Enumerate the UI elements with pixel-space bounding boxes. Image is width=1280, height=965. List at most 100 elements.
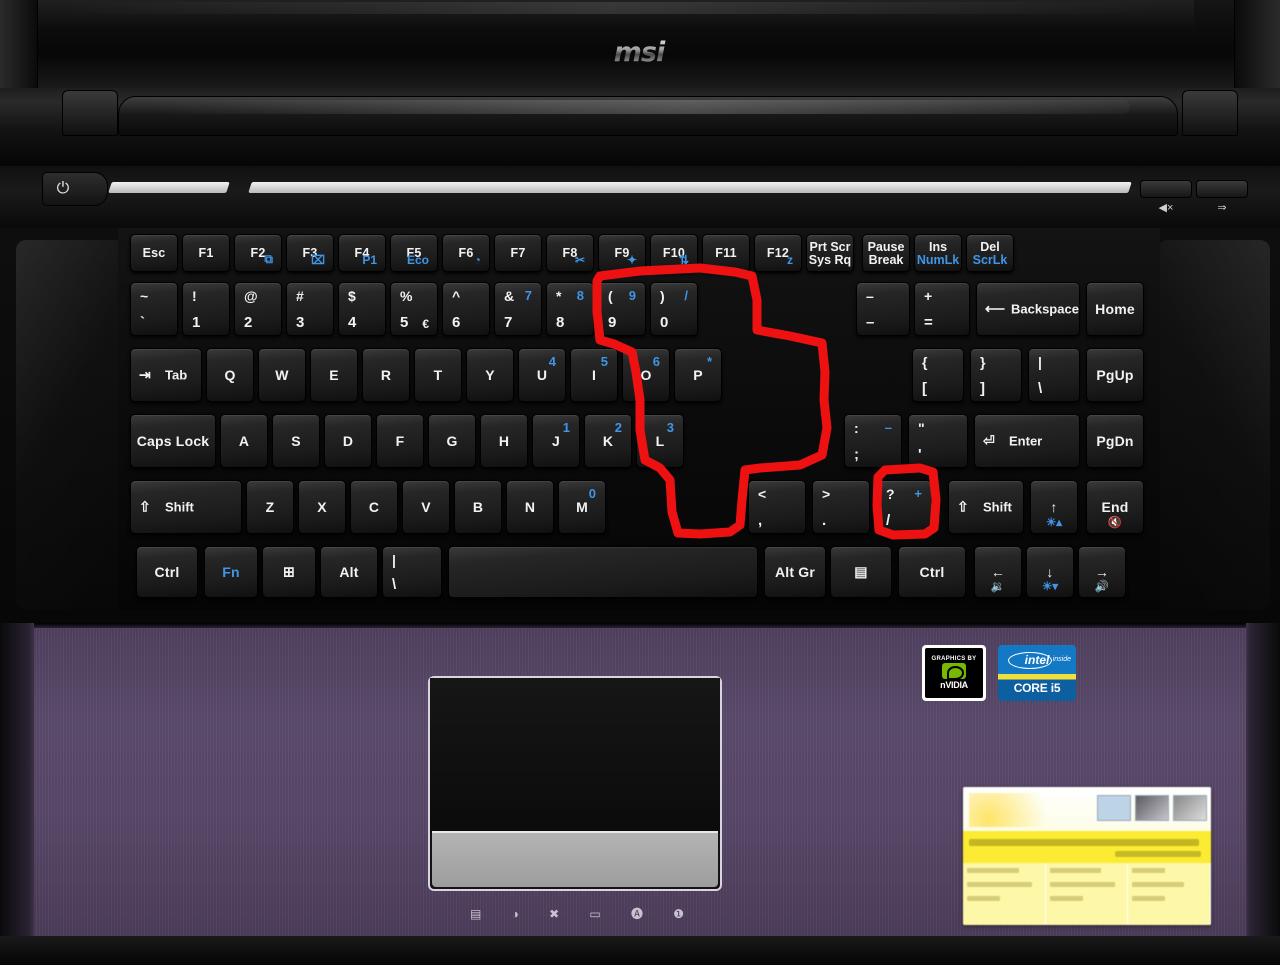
key-key-h[interactable]: H xyxy=(480,414,528,468)
key-key-e[interactable]: E xyxy=(310,348,358,402)
key-key-f[interactable]: F xyxy=(376,414,424,468)
key-f12[interactable]: F12 z xyxy=(754,234,802,272)
key-slash[interactable]: ? / + xyxy=(876,480,932,534)
key-digit-4[interactable]: $4 xyxy=(338,282,386,336)
key-key-o[interactable]: O6 xyxy=(622,348,670,402)
key-space[interactable] xyxy=(448,546,758,598)
key-digit-0[interactable]: ) 0 / xyxy=(650,282,698,336)
key-minus[interactable]: – – xyxy=(856,282,910,336)
key-digit-1[interactable]: ! 1 xyxy=(182,282,230,336)
key-tilde[interactable]: ~ ` xyxy=(130,282,178,336)
key-f1[interactable]: F1 xyxy=(182,234,230,272)
key-digit-2[interactable]: @2 xyxy=(234,282,282,336)
key-bracket-left[interactable]: {[ xyxy=(912,348,964,402)
key-key-z[interactable]: Z xyxy=(246,480,294,534)
key-delete[interactable]: Del ScrLk xyxy=(966,234,1014,272)
key-ctrl-left[interactable]: Ctrl xyxy=(136,546,198,598)
key-end[interactable]: End 🔇 xyxy=(1086,480,1144,534)
key-key-x[interactable]: X xyxy=(298,480,346,534)
key-f11[interactable]: F11 xyxy=(702,234,750,272)
key-pipe-backslash[interactable]: | \ xyxy=(382,546,442,598)
key-home[interactable]: Home xyxy=(1086,282,1144,336)
key-key-y[interactable]: Y xyxy=(466,348,514,402)
key-pause[interactable]: Pause Break xyxy=(862,234,910,272)
num-lock-indicator: ❶ xyxy=(673,907,684,921)
key-ctrl-right[interactable]: Ctrl xyxy=(898,546,966,598)
touchpad-buttons[interactable] xyxy=(432,833,718,887)
key-key-n[interactable]: N xyxy=(506,480,554,534)
audio-mute-hotkey[interactable] xyxy=(1140,180,1192,198)
key-key-l[interactable]: L3 xyxy=(636,414,684,468)
semicolon-shift-label: : xyxy=(854,420,859,436)
key-fn[interactable]: Fn xyxy=(204,546,258,598)
key-arrow-left[interactable]: ← 🔉 xyxy=(974,546,1022,598)
key-bracket-right[interactable]: }] xyxy=(970,348,1022,402)
key-key-m[interactable]: M0 xyxy=(558,480,606,534)
key-key-b[interactable]: B xyxy=(454,480,502,534)
key-alt-left[interactable]: Alt xyxy=(320,546,378,598)
key-f4[interactable]: F4 P1 xyxy=(338,234,386,272)
key-f10[interactable]: F10 ⇅ xyxy=(650,234,698,272)
key-key-g[interactable]: G xyxy=(428,414,476,468)
key-x-label: X xyxy=(317,499,327,515)
key-semicolon[interactable]: :; – xyxy=(844,414,902,468)
key-digit-7[interactable]: & 7 7 xyxy=(494,282,542,336)
key-key-r[interactable]: R xyxy=(362,348,410,402)
key-f3[interactable]: F3 ⌧ xyxy=(286,234,334,272)
key-digit-8[interactable]: * 8 8 xyxy=(546,282,594,336)
power-button[interactable] xyxy=(42,172,108,206)
key-page-up[interactable]: PgUp xyxy=(1086,348,1144,402)
turbo-boost-hotkey[interactable] xyxy=(1196,180,1248,198)
key-menu[interactable]: ▤ xyxy=(830,546,892,598)
key-tab[interactable]: ⇥ Tab xyxy=(130,348,202,402)
key-f6[interactable]: F6 ◔ xyxy=(442,234,490,272)
key-prt-scr[interactable]: Prt Scr Sys Rq xyxy=(806,234,854,272)
key-f2[interactable]: F2 ⧉ xyxy=(234,234,282,272)
key-enter[interactable]: ⏎ Enter xyxy=(974,414,1080,468)
key-comma[interactable]: <, xyxy=(748,480,806,534)
key-key-a[interactable]: A xyxy=(220,414,268,468)
key-key-w[interactable]: W xyxy=(258,348,306,402)
key-insert[interactable]: Ins NumLk xyxy=(914,234,962,272)
key-f8[interactable]: F8 ✂ xyxy=(546,234,594,272)
key-key-q[interactable]: Q xyxy=(206,348,254,402)
slash-numpad-label: + xyxy=(914,486,922,501)
touchpad[interactable] xyxy=(430,678,720,833)
key-period[interactable]: >. xyxy=(812,480,870,534)
f12-label: F12 xyxy=(766,246,790,260)
key-key-j[interactable]: J1 xyxy=(532,414,580,468)
key-key-s[interactable]: S xyxy=(272,414,320,468)
key-windows[interactable]: ⊞ xyxy=(262,546,316,598)
sticker-header xyxy=(963,787,1211,831)
key-m-label: M xyxy=(576,499,588,515)
key-arrow-right[interactable]: → 🔊 xyxy=(1078,546,1126,598)
key-backslash[interactable]: | \ xyxy=(1028,348,1080,402)
key-shift-left[interactable]: ⇧ Shift xyxy=(130,480,242,534)
key-f9[interactable]: F9 ✦ xyxy=(598,234,646,272)
key-alt-gr[interactable]: Alt Gr xyxy=(764,546,826,598)
key-quote[interactable]: " ' xyxy=(908,414,968,468)
key-key-p[interactable]: P * xyxy=(674,348,722,402)
key-digit-6[interactable]: ^ 6 xyxy=(442,282,490,336)
key-key-i[interactable]: I5 xyxy=(570,348,618,402)
key-key-u[interactable]: U4 xyxy=(518,348,566,402)
key-esc[interactable]: Esc xyxy=(130,234,178,272)
key-page-down[interactable]: PgDn xyxy=(1086,414,1144,468)
key-key-k[interactable]: K2 xyxy=(584,414,632,468)
key-key-c[interactable]: C xyxy=(350,480,398,534)
key-key-d[interactable]: D xyxy=(324,414,372,468)
key-shift-right[interactable]: ⇧ Shift xyxy=(948,480,1024,534)
key-backspace[interactable]: ⟵ Backspace xyxy=(976,282,1080,336)
key-digit-5[interactable]: % 5 € xyxy=(390,282,438,336)
key-key-t[interactable]: T xyxy=(414,348,462,402)
key-arrow-down[interactable]: ↓ ☀▾ xyxy=(1026,546,1074,598)
key-digit-3[interactable]: #3 xyxy=(286,282,334,336)
key-f7[interactable]: F7 xyxy=(494,234,542,272)
key-caps-lock[interactable]: Caps Lock xyxy=(130,414,216,468)
key-f5[interactable]: F5 Eco xyxy=(390,234,438,272)
key-g-label: G xyxy=(446,433,458,449)
key-equals[interactable]: + = xyxy=(914,282,970,336)
key-arrow-up[interactable]: ↑ ☀▴ xyxy=(1030,480,1078,534)
key-digit-9[interactable]: (9 9 xyxy=(598,282,646,336)
key-key-v[interactable]: V xyxy=(402,480,450,534)
